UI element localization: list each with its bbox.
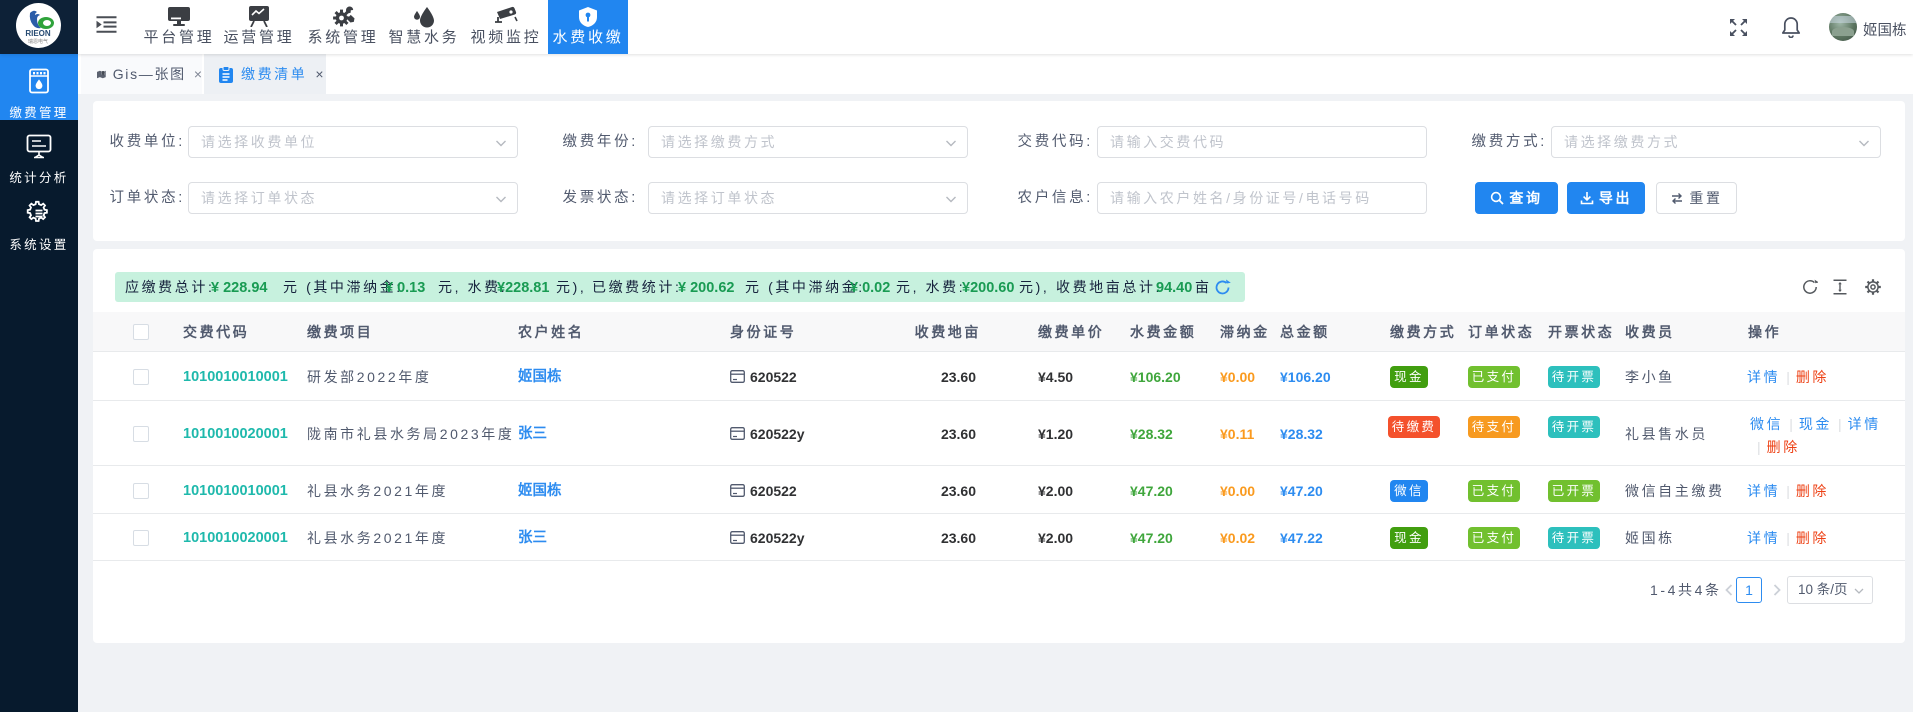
svg-text:瑞恩电气: 瑞恩电气 bbox=[28, 38, 48, 45]
svg-text:RIEON: RIEON bbox=[25, 29, 51, 38]
